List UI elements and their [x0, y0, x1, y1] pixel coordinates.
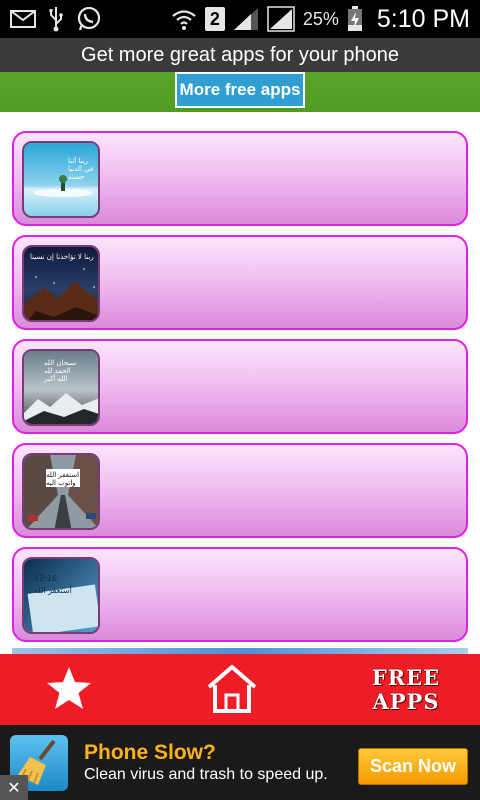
- usb-icon: [48, 6, 64, 32]
- more-free-apps-button[interactable]: More free apps: [175, 72, 305, 108]
- thumbnail-caption: استغفر الله واتوب اليه: [46, 471, 80, 487]
- whatsapp-icon: [76, 6, 102, 32]
- list-item[interactable]: استغفر الله واتوب اليه: [12, 443, 468, 538]
- status-bar: 2 25% 5:10 PM: [0, 0, 480, 38]
- clock: 5:10 PM: [376, 4, 470, 33]
- scan-now-button[interactable]: Scan Now: [358, 748, 468, 785]
- free-apps-label-line1: FREE: [371, 665, 441, 690]
- thumbnail-image: سبحان الله الحمد لله الله أكبر: [22, 349, 100, 426]
- sim-slot-badge: 2: [204, 7, 225, 31]
- list-item[interactable]: سبحان الله الحمد لله الله أكبر: [12, 339, 468, 434]
- home-button[interactable]: [205, 663, 259, 715]
- list-item[interactable]: ربنا آتنا في الدنيا حسنة: [12, 131, 468, 226]
- ad-banner[interactable]: Phone Slow? Clean virus and trash to spe…: [0, 725, 480, 800]
- bottom-nav: FREE APPS: [0, 654, 480, 725]
- ad-subtitle: Clean virus and trash to speed up.: [84, 766, 328, 783]
- thumbnail-image: 12:16 أستغفر الله: [22, 557, 100, 634]
- list-item[interactable]: 12:16 أستغفر الله: [12, 547, 468, 642]
- system-icons: 2 25% 5:10 PM: [171, 5, 470, 34]
- thumbnail-image: ربنا آتنا في الدنيا حسنة: [22, 141, 100, 218]
- promo-text: Get more great apps for your phone: [81, 44, 399, 66]
- thumbnail-caption: ربنا لا تؤاخذنا إن نسينا: [30, 253, 94, 261]
- star-icon: [47, 667, 91, 709]
- notification-icons: [10, 6, 102, 32]
- signal-icon: [233, 7, 259, 31]
- thumbnail-caption: ربنا آتنا في الدنيا حسنة: [68, 157, 94, 181]
- wallpaper-list: ربنا آتنا في الدنيا حسنة ربنا لا تؤاخذنا …: [0, 112, 480, 656]
- app-screen: 2 25% 5:10 PM Get more great apps for yo…: [0, 0, 480, 800]
- thumbnail-image: استغفر الله واتوب اليه: [22, 453, 100, 530]
- battery-percent: 25%: [302, 8, 339, 29]
- favorites-button[interactable]: [44, 664, 94, 714]
- thumbnail-caption: سبحان الله الحمد لله الله أكبر: [44, 359, 77, 383]
- free-apps-button[interactable]: FREE APPS: [370, 666, 442, 716]
- home-icon: [207, 665, 257, 713]
- close-icon[interactable]: ✕: [0, 775, 28, 800]
- mail-icon: [10, 9, 36, 29]
- list-item[interactable]: ربنا لا تؤاخذنا إن نسينا: [12, 235, 468, 330]
- thumbnail-caption: 12:16 أستغفر الله: [34, 574, 72, 595]
- ad-title: Phone Slow?: [84, 741, 216, 764]
- promo-banner: Get more great apps for your phone More …: [0, 38, 480, 112]
- free-apps-label-line2: APPS: [372, 689, 440, 714]
- battery-charging-icon: [347, 6, 363, 32]
- signal-icon: [267, 6, 295, 32]
- thumbnail-image: ربنا لا تؤاخذنا إن نسينا: [22, 245, 100, 322]
- wifi-icon: [171, 7, 197, 31]
